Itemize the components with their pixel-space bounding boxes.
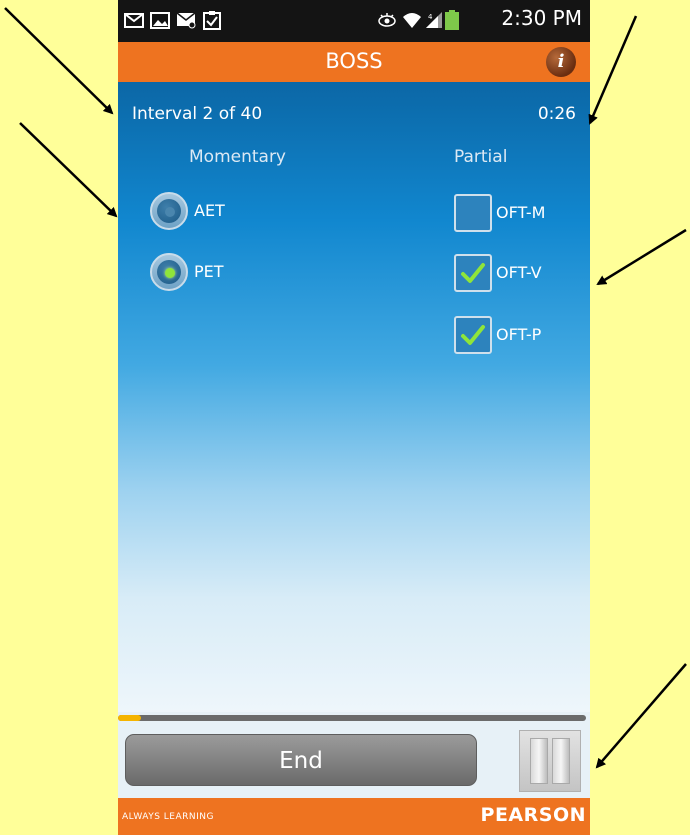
end-button[interactable]: End [125, 734, 477, 786]
arrow-pause [595, 663, 687, 769]
oft-v-checkbox[interactable] [454, 254, 492, 292]
arrow-timer [588, 15, 638, 125]
aet-radio[interactable] [150, 192, 188, 230]
momentary-heading: Momentary [189, 147, 286, 167]
clipboard-check-icon [203, 11, 221, 30]
pet-radio[interactable] [150, 253, 188, 291]
pause-icon-bar-left [530, 738, 548, 784]
checkmark-icon [461, 263, 485, 283]
phone-screen: 4 2:30 PM BOSS i Interval 2 of 40 0:26 M… [118, 0, 590, 835]
oft-m-label: OFT-M [496, 203, 546, 222]
clock-time: 2:30 PM [501, 6, 582, 30]
message-icon [176, 12, 196, 29]
pause-button[interactable] [519, 730, 581, 792]
pause-icon-bar-right [552, 738, 570, 784]
pearson-logo: PEARSON [480, 804, 586, 826]
partial-heading: Partial [454, 147, 508, 167]
signal-icon: 4 [426, 12, 442, 28]
radio-indicator [165, 207, 175, 217]
session-progress-bar [118, 715, 586, 721]
aet-label: AET [194, 201, 225, 220]
info-icon[interactable]: i [546, 47, 576, 77]
footer-tagline: ALWAYS LEARNING [122, 812, 214, 822]
progress-fill [118, 715, 142, 721]
pearson-footer: ALWAYS LEARNING PEARSON [118, 798, 590, 835]
image-icon [150, 12, 170, 29]
interval-timer: 0:26 [537, 104, 576, 124]
observation-panel: Interval 2 of 40 0:26 Momentary Partial … [118, 82, 590, 712]
oft-m-checkbox[interactable] [454, 194, 492, 232]
oft-p-label: OFT-P [496, 325, 542, 344]
arrow-interval [4, 7, 114, 115]
battery-icon [445, 10, 459, 30]
wifi-icon [403, 13, 421, 28]
oft-p-checkbox[interactable] [454, 316, 492, 354]
oft-v-label: OFT-V [496, 263, 542, 282]
status-bar: 4 2:30 PM [118, 0, 590, 42]
bottom-controls: End [118, 712, 590, 798]
app-title: BOSS [325, 49, 383, 73]
checkmark-icon [461, 325, 485, 345]
mail-icon [124, 13, 144, 28]
eye-icon [378, 13, 396, 27]
pet-label: PET [194, 262, 224, 281]
arrow-partial [596, 228, 687, 286]
radio-indicator-selected [165, 268, 175, 278]
svg-text:4: 4 [428, 13, 433, 21]
arrow-momentary [19, 122, 118, 218]
app-title-bar: BOSS i [118, 42, 590, 82]
interval-counter: Interval 2 of 40 [132, 104, 263, 124]
